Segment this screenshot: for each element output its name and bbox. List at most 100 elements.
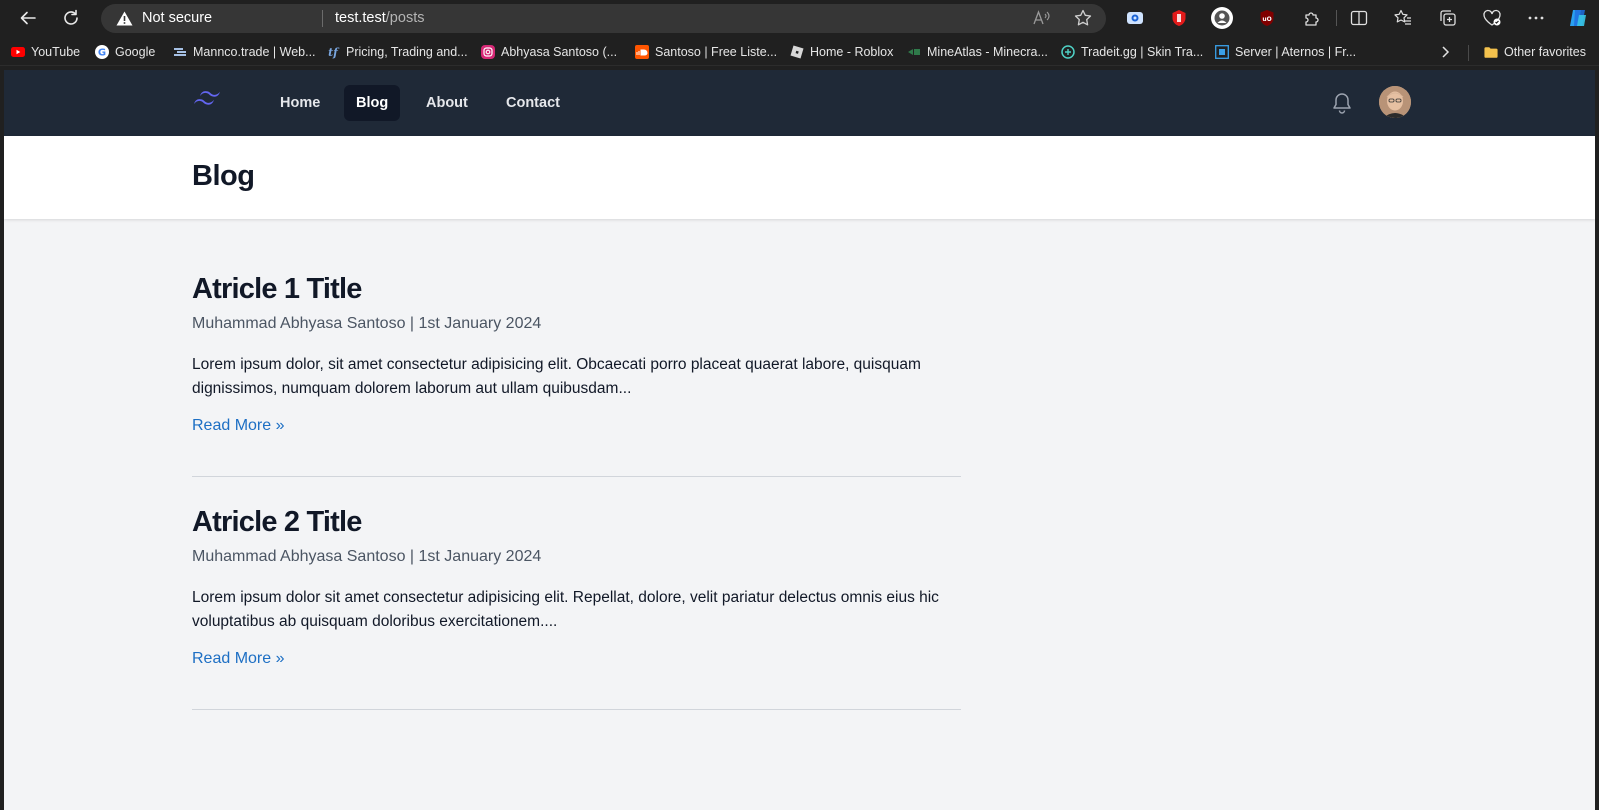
toolbar-divider [1336,10,1337,26]
youtube-icon [11,45,25,59]
bookmark-tf[interactable]: tf Pricing, Trading and... [326,43,468,61]
folder-icon [1484,45,1498,59]
instagram-icon [481,45,495,59]
article-title[interactable]: Atricle 2 Title [192,505,961,539]
nav-link-home[interactable]: Home [268,85,332,121]
article-meta: Muhammad Abhyasa Santoso | 1st January 2… [192,548,542,565]
profile-circle-icon [1211,7,1233,29]
extensions-button[interactable] [1300,6,1324,30]
bookmark-youtube[interactable]: YouTube [11,43,80,61]
google-icon: G [95,45,109,59]
bookmark-label: YouTube [31,45,81,59]
other-favorites-label: Other favorites [1504,45,1586,59]
article-title[interactable]: Atricle 1 Title [192,272,961,306]
reload-icon [64,9,78,25]
bookmark-mannco[interactable]: Mannco.trade | Web... [173,43,316,61]
article-excerpt: Lorem ipsum dolor sit amet consectetur a… [192,589,939,630]
soundcloud-icon [635,45,649,59]
extension-ublock[interactable]: uO [1255,6,1279,30]
bookmark-label: Server | Aternos | Fr... [1235,45,1357,59]
puzzle-icon [1305,12,1319,26]
collections-icon [1440,10,1456,26]
split-screen-icon [1350,10,1368,26]
copilot-icon [1570,10,1586,26]
article-card: Atricle 2 Title Muhammad Abhyasa Santoso… [192,505,961,669]
bookmark-mineatlas[interactable]: MineAtlas - Minecra... [907,43,1048,61]
split-screen-button[interactable] [1347,6,1371,30]
bookmark-google[interactable]: G Google [95,43,155,61]
article-card: Atricle 1 Title Muhammad Abhyasa Santoso… [192,272,961,436]
bookmark-label: Tradeit.gg | Skin Tra... [1081,45,1204,59]
bookmark-label: Google [115,45,156,59]
other-favorites-folder[interactable]: Other favorites [1484,43,1586,61]
address-divider [322,10,323,27]
read-aloud-icon [1033,10,1050,25]
mannco-icon [173,45,187,59]
mineatlas-icon [907,45,921,59]
bookmarks-bar: YouTube G Google Mannco.trade | Web... t… [0,36,1599,66]
url-path: /posts [385,10,425,26]
copilot-button[interactable] [1566,6,1590,30]
notifications-button[interactable] [1332,92,1352,119]
screen-capture-icon [1127,12,1143,24]
svg-text:uO: uO [1262,16,1271,23]
bookmark-aternos[interactable]: Server | Aternos | Fr... [1215,43,1356,61]
aternos-icon [1215,45,1229,59]
collections-button[interactable] [1436,6,1460,30]
bookmark-soundcloud[interactable]: Santoso | Free Liste... [635,43,777,61]
read-more-link[interactable]: Read More » [192,649,285,669]
extension-red[interactable] [1167,6,1191,30]
extension-account[interactable] [1210,6,1234,30]
extension-capture[interactable] [1123,6,1147,30]
favorites-button[interactable] [1391,6,1415,30]
chevron-right-icon [1442,46,1450,58]
bookmark-instagram[interactable]: Abhyasa Santoso (... [481,43,617,61]
article-divider [192,476,961,477]
address-bar[interactable]: Not secure test.test/posts [101,4,1106,33]
nav-link-about[interactable]: About [414,85,480,121]
favorites-icon [1394,9,1411,25]
svg-text:tf: tf [328,46,340,59]
bookmark-tradeit[interactable]: Tradeit.gg | Skin Tra... [1061,43,1203,61]
bookmark-label: MineAtlas - Minecra... [927,45,1048,59]
heart-pulse-icon [1483,9,1501,26]
article-divider [192,709,961,710]
more-horizontal-icon [1528,16,1544,20]
ublock-icon: uO [1260,10,1274,26]
tf-icon: tf [326,45,340,59]
add-favorite-button[interactable] [1073,8,1093,28]
bookmarks-divider [1468,45,1469,61]
star-icon [1074,9,1092,26]
shield-red-icon [1172,10,1186,26]
read-more-link[interactable]: Read More » [192,416,285,436]
bookmark-label: Pricing, Trading and... [346,45,468,59]
user-avatar[interactable] [1379,86,1411,118]
url-text[interactable]: test.test/posts [335,10,424,26]
security-status[interactable]: Not secure [142,10,212,26]
warning-icon [116,11,133,26]
url-host: test.test [335,10,386,26]
settings-menu-button[interactable] [1524,6,1548,30]
reload-button[interactable] [57,4,85,32]
avatar-image [1379,86,1411,118]
roblox-icon [790,45,804,59]
navbar: Home Blog About Contact [4,70,1595,136]
page-viewport: Home Blog About Contact Blog Atricle 1 T… [4,70,1595,810]
bookmark-label: Abhyasa Santoso (... [501,45,618,59]
browser-toolbar: Not secure test.test/posts uO [0,0,1599,36]
page-header: Blog [4,136,1595,219]
nav-link-contact[interactable]: Contact [494,85,572,121]
bookmarks-overflow-button[interactable] [1440,43,1450,61]
nav-link-blog[interactable]: Blog [344,85,401,121]
site-logo[interactable] [192,90,224,115]
browser-essentials-button[interactable] [1480,6,1504,30]
read-aloud-button[interactable] [1032,8,1052,28]
back-button[interactable] [14,4,42,32]
tradeit-icon [1061,45,1075,59]
bookmark-label: Mannco.trade | Web... [193,45,316,59]
arrow-left-icon [20,11,36,25]
bookmark-roblox[interactable]: Home - Roblox [790,43,893,61]
tailwind-logo-icon [194,91,220,105]
article-excerpt: Lorem ipsum dolor, sit amet consectetur … [192,356,921,397]
bell-icon [1333,93,1351,114]
